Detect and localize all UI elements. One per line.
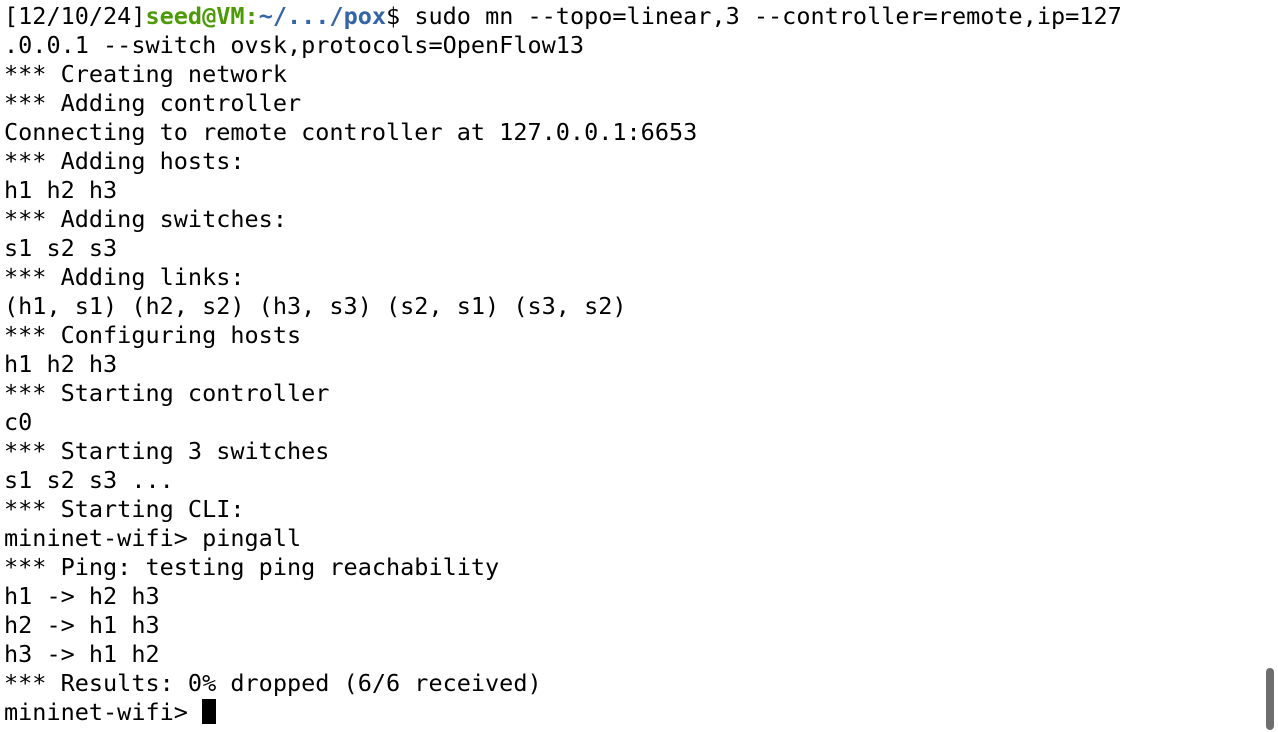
output-line: *** Configuring hosts xyxy=(4,321,302,349)
prompt-user-host: seed@VM xyxy=(145,2,245,30)
output-line: *** Adding switches: xyxy=(4,205,287,233)
output-line: *** Ping: testing ping reachability xyxy=(4,553,500,581)
output-line: s1 s2 s3 xyxy=(4,234,118,262)
output-line: *** Starting 3 switches xyxy=(4,437,330,465)
output-line: *** Starting controller xyxy=(4,379,330,407)
mininet-prompt: mininet-wifi> xyxy=(4,698,203,726)
output-line: h1 h2 h3 xyxy=(4,176,118,204)
output-line: *** Adding hosts: xyxy=(4,147,245,175)
output-line: h2 -> h1 h3 xyxy=(4,611,160,639)
prompt-colon: : xyxy=(244,2,259,30)
text-cursor xyxy=(202,699,217,724)
output-line: s1 s2 s3 ... xyxy=(4,466,174,494)
current-prompt-line[interactable]: mininet-wifi> xyxy=(4,698,1278,727)
output-line: .0.0.1 --switch ovsk,protocols=OpenFlow1… xyxy=(4,31,585,59)
output-line: *** Results: 0% dropped (6/6 received) xyxy=(4,669,542,697)
output-line: Connecting to remote controller at 127.0… xyxy=(4,118,698,146)
output-line: h1 h2 h3 xyxy=(4,350,118,378)
output-line: h3 -> h1 h2 xyxy=(4,640,160,668)
output-line: mininet-wifi> pingall xyxy=(4,524,302,552)
shell-prompt-line: [12/10/24]seed@VM:~/.../pox$ sudo mn --t… xyxy=(4,2,1278,31)
output-line: *** Adding controller xyxy=(4,89,302,117)
prompt-timestamp: [12/10/24] xyxy=(4,2,146,30)
output-line: *** Creating network xyxy=(4,60,287,88)
output-line: (h1, s1) (h2, s2) (h3, s3) (s2, s1) (s3,… xyxy=(4,292,627,320)
terminal-output: .0.0.1 --switch ovsk,protocols=OpenFlow1… xyxy=(4,31,1278,698)
prompt-path: ~/.../pox xyxy=(258,2,387,30)
scrollbar-thumb[interactable] xyxy=(1266,668,1274,730)
output-line: *** Starting CLI: xyxy=(4,495,245,523)
prompt-command: sudo mn --topo=linear,3 --controller=rem… xyxy=(414,2,1122,30)
terminal-window[interactable]: [12/10/24]seed@VM:~/.../pox$ sudo mn --t… xyxy=(0,0,1278,732)
output-line: c0 xyxy=(4,408,33,436)
output-line: *** Adding links: xyxy=(4,263,245,291)
vertical-scrollbar[interactable] xyxy=(1266,0,1274,732)
output-line: h1 -> h2 h3 xyxy=(4,582,160,610)
prompt-dollar: $ xyxy=(386,2,415,30)
